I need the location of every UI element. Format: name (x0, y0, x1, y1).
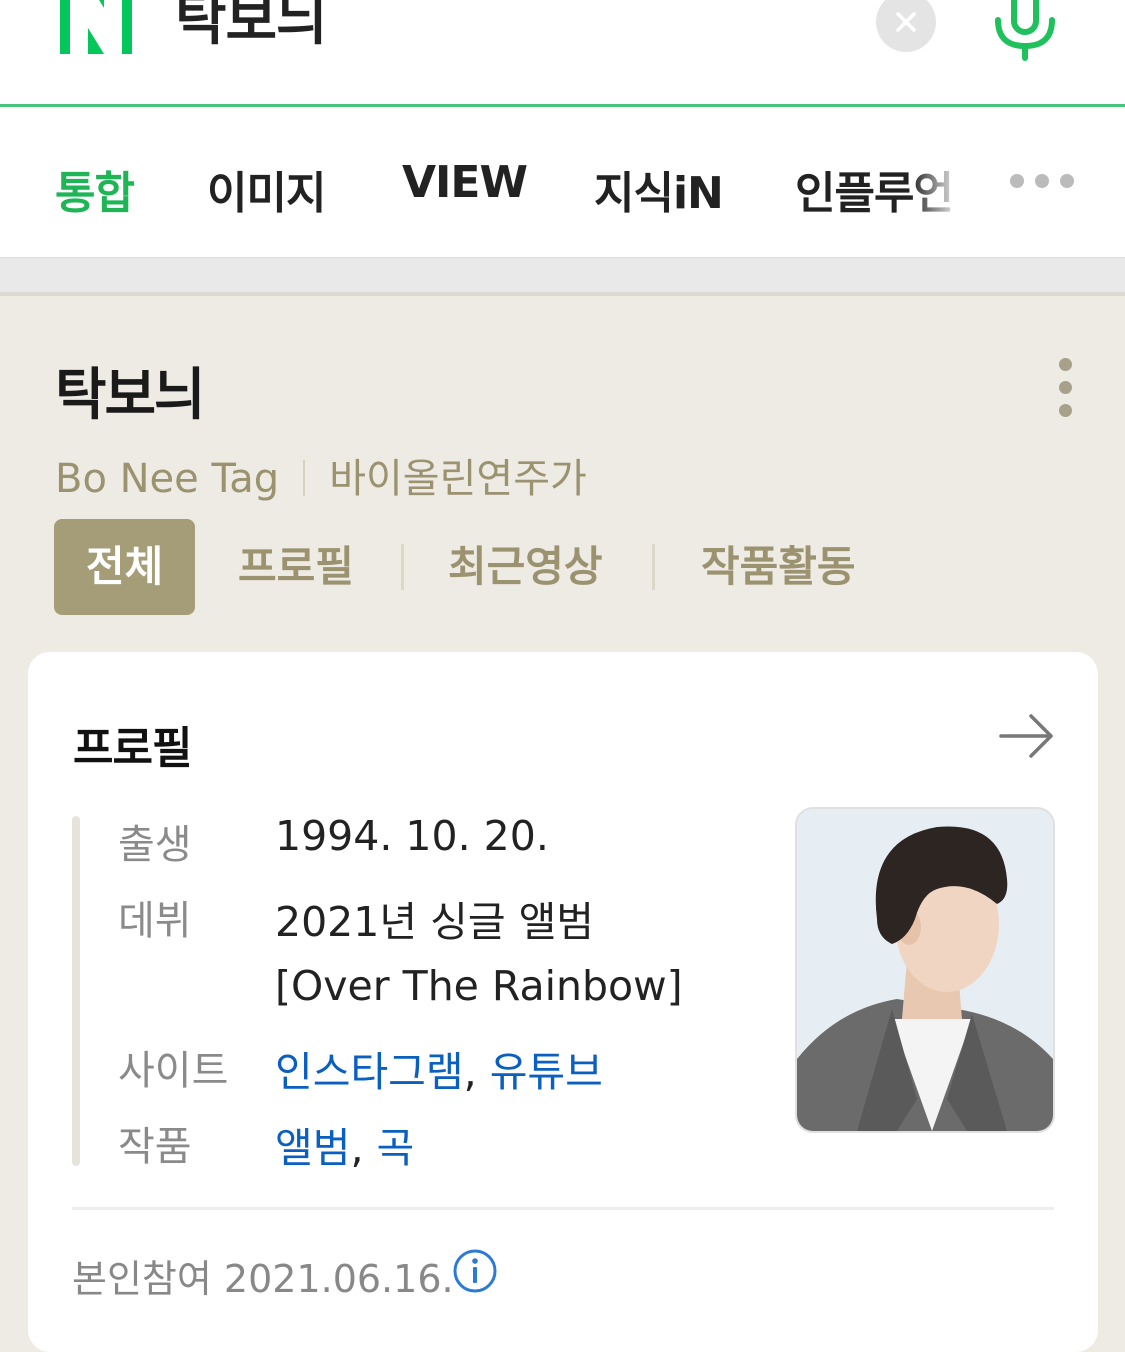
person-tab-works[interactable]: 작품활동 (701, 519, 856, 615)
profile-card: 프로필 출생 1994. 10. 20. 데뷔 2021년 싱글 앨범 [Ove… (28, 652, 1098, 1352)
self-participation-date: 본인참여 2021.06.16. (72, 1257, 454, 1301)
divider (303, 460, 306, 496)
song-link[interactable]: 곡 (377, 1124, 415, 1172)
naver-logo[interactable] (60, 0, 132, 54)
profile-title: 프로필 (73, 723, 192, 774)
occupation: 바이올린연주가 (329, 456, 587, 502)
info-icon[interactable] (452, 1248, 498, 1294)
album-link[interactable]: 앨범 (275, 1124, 350, 1172)
arrow-right-icon[interactable] (998, 712, 1056, 760)
card-divider (72, 1207, 1054, 1210)
search-query[interactable]: 탁보늬 (175, 0, 328, 54)
english-name: Bo Nee Tag (55, 456, 280, 502)
tab-view[interactable]: VIEW (402, 157, 528, 208)
debut-album: [Over The Rainbow] (275, 962, 683, 1010)
works-links: 앨범, 곡 (275, 1114, 414, 1174)
works-label: 작품 (118, 1124, 192, 1170)
more-dots-icon[interactable] (1010, 173, 1105, 193)
close-icon (896, 12, 916, 32)
comma: , (350, 1124, 364, 1172)
clear-search-button[interactable] (876, 0, 936, 52)
person-tab-all[interactable]: 전체 (54, 519, 196, 615)
birth-value: 1994. 10. 20. (275, 812, 549, 860)
tab-images[interactable]: 이미지 (207, 157, 326, 221)
youtube-link[interactable]: 유튜브 (490, 1048, 603, 1096)
kebab-icon[interactable] (1053, 358, 1077, 418)
comma: , (463, 1048, 477, 1096)
site-links: 인스타그램, 유튜브 (275, 1038, 603, 1098)
person-tab-profile[interactable]: 프로필 (238, 519, 354, 615)
search-tabs: 통합 이미지 VIEW 지식iN 인플루언 (0, 107, 1125, 258)
tab-knowledge-in[interactable]: 지식iN (594, 157, 724, 221)
birth-label: 출생 (118, 822, 192, 868)
person-tab-recent-videos[interactable]: 최근영상 (448, 519, 603, 615)
debut-value: 2021년 싱글 앨범 (275, 898, 595, 946)
site-label: 사이트 (118, 1048, 229, 1094)
search-bar: 탁보늬 (0, 0, 1125, 107)
info-accent-bar (72, 816, 80, 1166)
mic-icon (995, 0, 1055, 61)
person-subtitle: Bo Nee Tag 바이올린연주가 (55, 446, 587, 504)
person-name: 탁보늬 (55, 363, 206, 428)
voice-search-button[interactable] (990, 0, 1060, 62)
instagram-link[interactable]: 인스타그램 (275, 1048, 464, 1096)
debut-label: 데뷔 (118, 898, 192, 944)
section-gap (0, 258, 1125, 296)
tab-integrated[interactable]: 통합 (55, 157, 135, 221)
divider (652, 544, 655, 590)
tab-fade (910, 107, 985, 257)
profile-photo[interactable] (795, 807, 1055, 1133)
divider (401, 544, 404, 590)
